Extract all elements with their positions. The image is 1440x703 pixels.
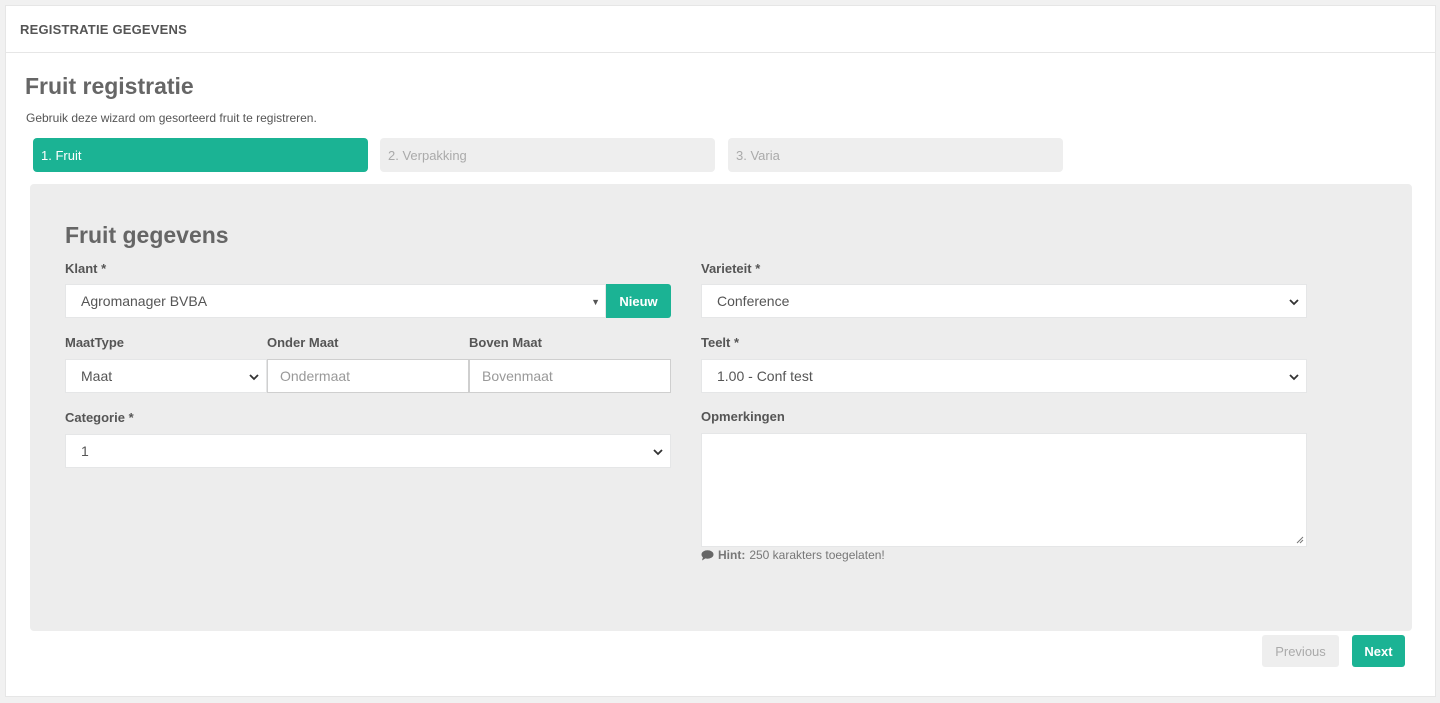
boven-maat-placeholder: Bovenmaat — [482, 368, 553, 384]
wizard-step-varia[interactable]: 3. Varia — [728, 138, 1063, 172]
boven-maat-label: Boven Maat — [469, 335, 542, 350]
hint-text: 250 karakters toegelaten! — [749, 548, 885, 562]
hint-prefix: Hint: — [718, 548, 746, 562]
form-content: Fruit gegevens Klant * Agromanager BVBA … — [30, 184, 1412, 631]
nieuw-button[interactable]: Nieuw — [606, 284, 671, 318]
varieteit-label: Varieteit * — [701, 261, 761, 276]
chevron-down-icon — [1289, 299, 1299, 306]
maattype-value: Maat — [81, 368, 113, 384]
hint: Hint: 250 karakters toegelaten! — [701, 548, 885, 562]
klant-label: Klant * — [65, 261, 107, 276]
categorie-value: 1 — [81, 443, 89, 459]
onder-maat-label: Onder Maat — [267, 335, 339, 350]
chevron-down-icon — [1289, 374, 1299, 381]
boven-maat-input[interactable]: Bovenmaat — [469, 359, 671, 393]
onder-maat-input[interactable]: Ondermaat — [267, 359, 469, 393]
comment-icon — [701, 549, 714, 560]
registration-panel: REGISTRATIE GEGEVENS Fruit registratie G… — [5, 5, 1436, 697]
teelt-select[interactable]: 1.00 - Conf test — [701, 359, 1307, 393]
opmerkingen-textarea[interactable] — [701, 433, 1307, 547]
varieteit-value: Conference — [717, 293, 790, 309]
opmerkingen-label: Opmerkingen — [701, 409, 785, 424]
teelt-label: Teelt * — [701, 335, 740, 350]
klant-value: Agromanager BVBA — [81, 293, 208, 309]
resize-handle-icon[interactable] — [1296, 536, 1304, 544]
klant-select[interactable]: Agromanager BVBA ▼ — [65, 284, 606, 318]
varieteit-select[interactable]: Conference — [701, 284, 1307, 318]
caret-down-icon: ▼ — [591, 297, 600, 307]
maattype-label: MaatType — [65, 335, 124, 350]
chevron-down-icon — [249, 374, 259, 381]
panel-title: REGISTRATIE GEGEVENS — [20, 21, 188, 37]
next-button[interactable]: Next — [1352, 635, 1405, 667]
wizard-step-fruit[interactable]: 1. Fruit — [33, 138, 368, 172]
panel-header: REGISTRATIE GEGEVENS — [6, 6, 1435, 53]
wizard-step-verpakking[interactable]: 2. Verpakking — [380, 138, 715, 172]
maattype-select[interactable]: Maat — [65, 359, 267, 393]
onder-maat-placeholder: Ondermaat — [280, 368, 351, 384]
chevron-down-icon — [653, 449, 663, 456]
section-title: Fruit gegevens — [65, 222, 229, 248]
categorie-label: Categorie * — [65, 410, 134, 425]
page-description: Gebruik deze wizard om gesorteerd fruit … — [26, 111, 317, 125]
categorie-select[interactable]: 1 — [65, 434, 671, 468]
previous-button[interactable]: Previous — [1262, 635, 1339, 667]
page-title: Fruit registratie — [25, 73, 194, 99]
teelt-value: 1.00 - Conf test — [717, 368, 813, 384]
